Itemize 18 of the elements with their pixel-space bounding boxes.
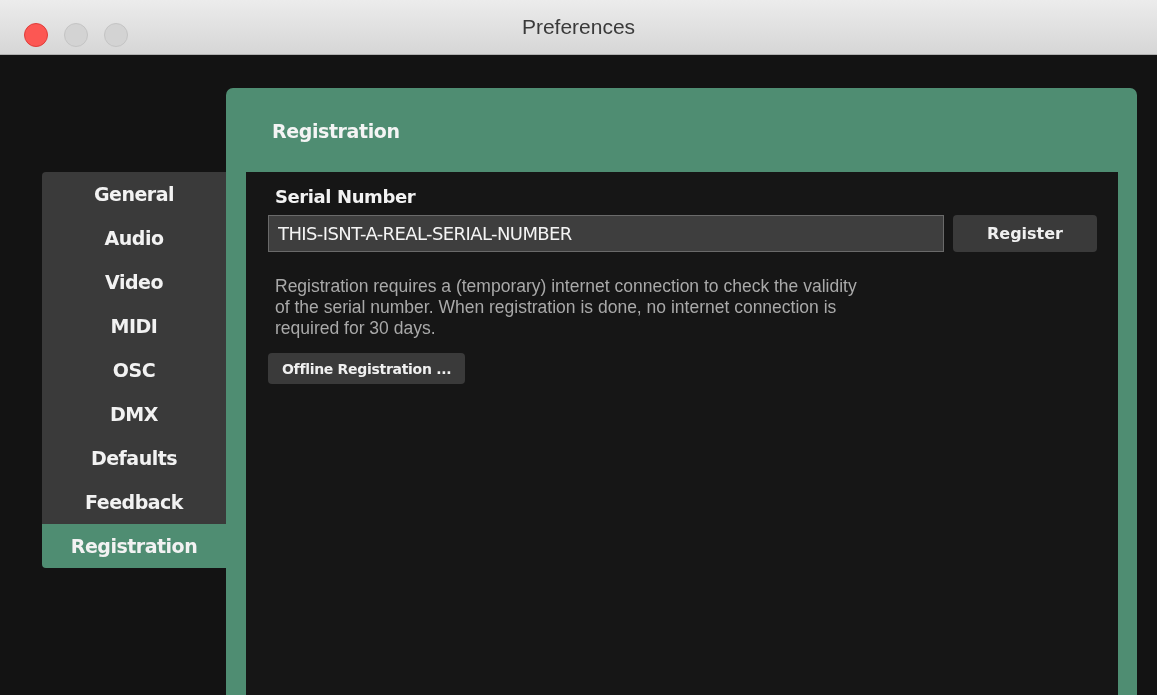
panel-title: Registration: [271, 119, 401, 144]
sidebar-item[interactable]: Defaults: [42, 436, 226, 480]
register-button[interactable]: Register: [953, 215, 1097, 252]
sidebar-item[interactable]: DMX: [42, 392, 226, 436]
offline-registration-button[interactable]: Offline Registration ...: [268, 353, 466, 384]
sidebar-item[interactable]: General: [42, 172, 226, 216]
field-label: Serial Number: [275, 186, 417, 207]
window-title: Preferences: [521, 15, 636, 39]
minimize-button[interactable]: [64, 23, 88, 47]
serial-number-field[interactable]: THIS-ISNT-A-REAL-SERIAL-NUMBER: [268, 215, 944, 252]
sidebar-item[interactable]: Video: [42, 260, 226, 304]
close-button[interactable]: [24, 23, 48, 47]
sidebar-item[interactable]: OSC: [42, 348, 226, 392]
sidebar-item[interactable]: Audio: [42, 216, 226, 260]
sidebar-item[interactable]: MIDI: [42, 304, 226, 348]
description-text: Registration requires a (temporary) internet connection to check the validity of the serial number. When registration is done, no internet connection is required for 30 days.: [275, 276, 858, 339]
zoom-button[interactable]: [104, 23, 128, 47]
sidebar-item[interactable]: Feedback: [42, 480, 226, 524]
